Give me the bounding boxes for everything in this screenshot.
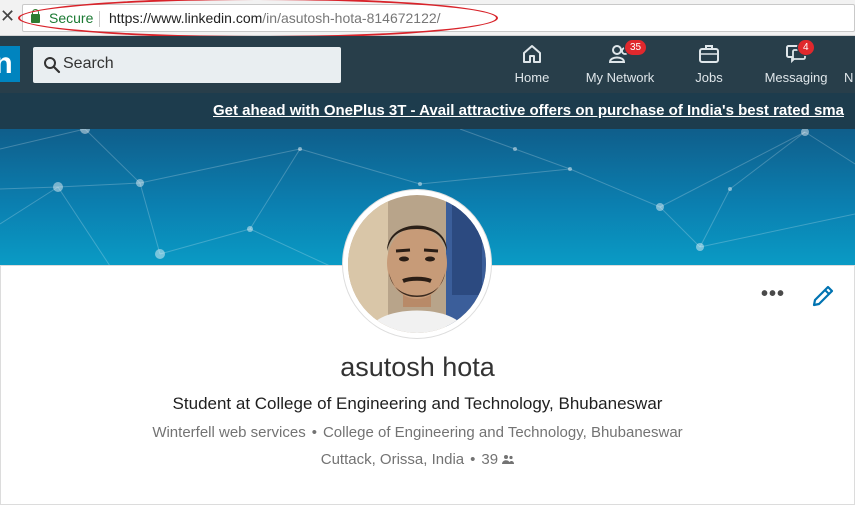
avatar <box>348 195 486 333</box>
profile-organizations: Winterfell web services • College of Engin… <box>0 424 835 441</box>
top-navbar: in Search Home 35 My Network Jo <box>0 36 855 93</box>
school-link[interactable]: College of Engineering and Technology, B… <box>323 424 683 441</box>
promo-link[interactable]: Get ahead with OnePlus 3T - Avail attrac… <box>213 102 844 119</box>
network-badge: 35 <box>624 39 648 56</box>
promo-banner: Get ahead with OnePlus 3T - Avail attrac… <box>0 93 855 129</box>
close-icon[interactable]: ✕ <box>0 6 15 28</box>
linkedin-logo[interactable]: in <box>0 46 20 82</box>
separator-dot: • <box>470 451 476 468</box>
nav-jobs-label: Jobs <box>695 70 723 85</box>
connections-icon <box>502 455 515 464</box>
url-path: /in/asutosh-hota-814672122/ <box>262 10 441 26</box>
home-icon <box>523 45 541 63</box>
browser-address-bar: ✕ Secure https://www.linkedin.com/in/asu… <box>0 0 855 38</box>
secure-label: Secure <box>49 10 94 26</box>
search-placeholder: Search <box>63 55 114 72</box>
url-divider <box>99 11 100 27</box>
nav-home-label: Home <box>514 70 550 85</box>
profile-location: Cuttack, Orissa, India <box>320 451 465 468</box>
more-options-button[interactable]: ••• <box>761 283 785 306</box>
separator-dot: • <box>311 424 317 441</box>
profile-location-line: Cuttack, Orissa, India • 39 <box>0 451 835 468</box>
search-input[interactable]: Search <box>33 47 341 83</box>
network-icon-wrap: 35 <box>608 39 648 66</box>
messaging-icon-wrap: 4 <box>784 39 815 66</box>
search-icon <box>44 57 61 74</box>
briefcase-icon <box>699 45 719 63</box>
nav-messaging-label: Messaging <box>764 70 828 85</box>
nav-my-network[interactable]: 35 My Network <box>582 39 658 88</box>
nav-my-network-label: My Network <box>585 70 655 85</box>
profile-name: asutosh hota <box>340 352 495 382</box>
profile-photo[interactable] <box>343 190 491 338</box>
connections-count[interactable]: 39 <box>481 451 498 468</box>
url-field[interactable]: Secure https://www.linkedin.com/in/asuto… <box>22 4 855 32</box>
nav-notifications[interactable]: N <box>844 42 855 88</box>
edit-pencil-icon[interactable] <box>810 283 836 309</box>
lock-icon <box>31 9 40 23</box>
company-link[interactable]: Winterfell web services <box>152 424 305 441</box>
url-host: https://www.linkedin.com <box>109 10 263 26</box>
url-text[interactable]: https://www.linkedin.com/in/asutosh-hota… <box>109 10 441 26</box>
profile-headline: Student at College of Engineering and Te… <box>172 394 663 413</box>
notifications-icon <box>844 42 855 66</box>
nav-jobs[interactable]: Jobs <box>689 42 729 88</box>
nav-notifications-label: N <box>844 70 854 85</box>
nav-home[interactable]: Home <box>507 42 557 88</box>
messaging-badge: 4 <box>797 39 815 56</box>
nav-messaging[interactable]: 4 Messaging <box>762 39 830 88</box>
